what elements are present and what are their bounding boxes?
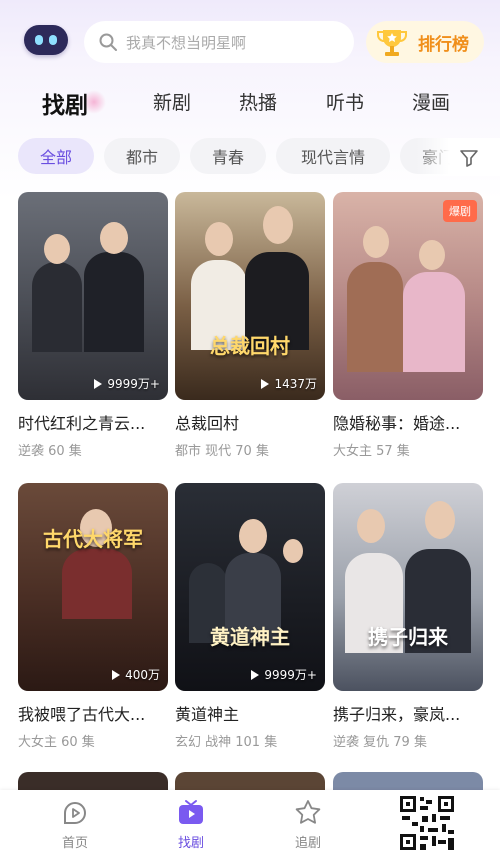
drama-meta: 都市 现代 70 集 bbox=[175, 444, 269, 459]
tab-audiobook[interactable]: 听书 bbox=[326, 88, 364, 115]
drama-card[interactable]: 携子归来 携子归来，豪岚... 逆袭 复仇 79 集 bbox=[333, 483, 483, 750]
drama-poster[interactable]: 携子归来 bbox=[333, 483, 483, 691]
home-icon bbox=[64, 802, 86, 824]
drama-title: 总裁回村 bbox=[175, 414, 240, 433]
drama-poster[interactable]: 黄道神主 9999万+ bbox=[175, 483, 325, 691]
tab-comics[interactable]: 漫画 bbox=[412, 88, 450, 115]
drama-poster-partial[interactable] bbox=[175, 772, 325, 792]
drama-poster[interactable]: 古代大将军 400万 bbox=[18, 483, 168, 691]
nav-find-drama-label: 找剧 bbox=[177, 836, 204, 851]
drama-poster-partial[interactable] bbox=[333, 772, 483, 792]
drama-title: 时代红利之青云... bbox=[18, 414, 146, 433]
chip-all[interactable]: 全部 bbox=[18, 138, 94, 174]
play-count: 9999万+ bbox=[94, 375, 160, 392]
nav-follow[interactable]: 追剧 bbox=[268, 798, 348, 851]
star-icon bbox=[295, 800, 321, 824]
tab-hot[interactable]: 热播 bbox=[239, 88, 277, 115]
search-icon bbox=[99, 33, 117, 51]
drama-title: 隐婚秘事：婚途... bbox=[333, 414, 461, 433]
drama-poster[interactable]: 爆剧 bbox=[333, 192, 483, 400]
search-placeholder: 我真不想当明星啊 bbox=[126, 33, 247, 52]
drama-poster[interactable]: 总裁回村 1437万 bbox=[175, 192, 325, 400]
ranking-label: 排行榜 bbox=[418, 34, 469, 55]
category-tabs: 找剧 新剧 热播 听书 漫画 bbox=[0, 86, 500, 126]
poster-title-art: 古代大将军 bbox=[43, 527, 143, 551]
drama-meta: 大女主 60 集 bbox=[18, 735, 95, 750]
top-header: 我真不想当明星啊 排行榜 bbox=[0, 0, 500, 86]
play-count: 400万 bbox=[112, 666, 160, 683]
tv-icon bbox=[179, 800, 203, 824]
drama-meta: 玄幻 战神 101 集 bbox=[175, 735, 278, 750]
bottom-nav: 首页 找剧 追剧 bbox=[0, 790, 500, 862]
tab-find-drama[interactable]: 找剧 bbox=[42, 86, 88, 120]
chip-urban[interactable]: 都市 bbox=[104, 138, 180, 174]
nav-home-label: 首页 bbox=[61, 836, 88, 851]
nav-follow-label: 追剧 bbox=[294, 836, 321, 851]
drama-meta: 逆袭 复仇 79 集 bbox=[333, 735, 427, 750]
drama-title: 黄道神主 bbox=[175, 705, 240, 724]
drama-poster[interactable]: 9999万+ bbox=[18, 192, 168, 400]
filter-icon[interactable] bbox=[458, 147, 480, 169]
drama-meta: 逆袭 60 集 bbox=[18, 444, 82, 459]
drama-poster-partial[interactable] bbox=[18, 772, 168, 792]
qr-code-icon[interactable] bbox=[398, 794, 456, 852]
drama-card[interactable]: 古代大将军 400万 我被喂了古代大... 大女主 60 集 bbox=[18, 483, 168, 750]
poster-title-art: 总裁回村 bbox=[210, 334, 290, 358]
search-bar[interactable]: 我真不想当明星啊 bbox=[84, 21, 354, 63]
chip-modern-romance[interactable]: 现代言情 bbox=[276, 138, 390, 174]
chip-youth[interactable]: 青春 bbox=[190, 138, 266, 174]
trophy-icon bbox=[377, 30, 407, 56]
drama-card[interactable]: 黄道神主 9999万+ 黄道神主 玄幻 战神 101 集 bbox=[175, 483, 325, 750]
genre-filter-chips: 全部 都市 青春 现代言情 豪门 bbox=[0, 138, 500, 176]
nav-home[interactable]: 首页 bbox=[35, 798, 115, 851]
poster-title-art: 黄道神主 bbox=[210, 625, 290, 649]
drama-card[interactable]: 爆剧 隐婚秘事：婚途... 大女主 57 集 bbox=[333, 192, 483, 459]
drama-title: 我被喂了古代大... bbox=[18, 705, 146, 724]
poster-title-art: 携子归来 bbox=[368, 625, 448, 649]
hot-badge: 爆剧 bbox=[443, 200, 477, 222]
nav-find-drama[interactable]: 找剧 bbox=[151, 798, 231, 851]
ranking-button[interactable]: 排行榜 bbox=[366, 21, 484, 63]
play-count: 9999万+ bbox=[251, 666, 317, 683]
drama-meta: 大女主 57 集 bbox=[333, 444, 410, 459]
drama-title: 携子归来，豪岚... bbox=[333, 705, 461, 724]
drama-card[interactable]: 9999万+ 时代红利之青云... 逆袭 60 集 bbox=[18, 192, 168, 459]
drama-card[interactable]: 总裁回村 1437万 总裁回村 都市 现代 70 集 bbox=[175, 192, 325, 459]
tab-new-drama[interactable]: 新剧 bbox=[153, 88, 191, 115]
play-count: 1437万 bbox=[261, 375, 317, 392]
mascot-avatar-icon[interactable] bbox=[24, 25, 68, 55]
